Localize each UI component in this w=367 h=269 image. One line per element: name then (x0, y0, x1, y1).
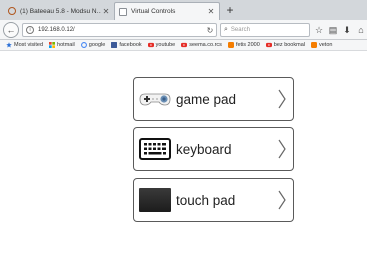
blogger-icon (310, 42, 317, 48)
toolbar-icons: ☆ ▤ ⬇ ⌂ (314, 23, 366, 37)
search-input[interactable]: ⌕ Search (220, 23, 310, 37)
tab-favicon-icon (8, 7, 16, 15)
tab-title: Virtual Controls (131, 8, 176, 15)
bookmark-bez[interactable]: bez bookmal (265, 42, 305, 48)
close-icon[interactable]: ✕ (101, 7, 111, 16)
windows-icon (49, 42, 56, 48)
bookmark-google[interactable]: google (80, 42, 106, 48)
bookmark-hotmail[interactable]: hotmail (49, 42, 75, 48)
bookmark-youtube[interactable]: youtube (147, 42, 176, 48)
address-bar[interactable]: i 192.168.0.12/ ↻ (22, 23, 217, 37)
chevron-right-icon (278, 89, 286, 109)
youtube-icon (147, 42, 154, 48)
gamepad-icon (139, 87, 171, 111)
keyboard-label: keyboard (176, 141, 232, 157)
google-icon (80, 42, 87, 48)
bookmark-star-icon[interactable]: ☆ (314, 23, 324, 37)
navigation-bar: ← i 192.168.0.12/ ↻ ⌕ Search ☆ ▤ ⬇ ⌂ (0, 20, 367, 40)
reading-list-icon[interactable]: ▤ (328, 23, 338, 37)
bookmark-veton[interactable]: veton (310, 42, 333, 48)
home-icon[interactable]: ⌂ (356, 23, 366, 37)
keyboard-button[interactable]: keyboard (133, 127, 294, 171)
bookmark-label: hotmail (57, 42, 75, 48)
touchpad-label: touch pad (176, 192, 236, 208)
bookmark-label: google (88, 42, 106, 48)
close-icon[interactable]: ✕ (206, 7, 216, 16)
download-icon[interactable]: ⬇ (342, 23, 352, 37)
tab-title: (1) Bateeau 5.8 - Modsu N... (20, 7, 101, 15)
facebook-icon (111, 42, 118, 48)
tab-bateeau[interactable]: (1) Bateeau 5.8 - Modsu N... ✕ (4, 2, 114, 20)
chevron-right-icon (278, 190, 286, 210)
chevron-right-icon (278, 139, 286, 159)
bookmarks-bar: Most visited hotmail google facebook you… (0, 40, 367, 51)
touchpad-icon (139, 188, 171, 212)
bookmark-facebook[interactable]: facebook (111, 42, 142, 48)
url-text[interactable]: 192.168.0.12/ (38, 27, 204, 33)
touchpad-button[interactable]: touch pad (133, 178, 294, 222)
bookmark-fetis[interactable]: fetis 2000 (227, 42, 260, 48)
search-icon: ⌕ (224, 26, 228, 33)
gamepad-label: game pad (176, 91, 237, 107)
bookmark-seema[interactable]: seema.co.rcs (181, 42, 222, 48)
bookmark-most-visited[interactable]: Most visited (6, 42, 43, 48)
arrow-left-icon: ← (6, 25, 16, 35)
bookmark-label: bez bookmal (273, 42, 305, 48)
search-placeholder: Search (230, 27, 250, 33)
bookmark-label: facebook (119, 42, 142, 48)
tab-strip: (1) Bateeau 5.8 - Modsu N... ✕ Virtual C… (0, 0, 367, 20)
keyboard-icon (139, 137, 171, 161)
reload-icon[interactable]: ↻ (204, 26, 216, 35)
tab-virtual-controls[interactable]: Virtual Controls ✕ (114, 2, 220, 20)
new-tab-button[interactable]: + (223, 3, 237, 17)
star-icon (6, 42, 12, 48)
page-icon (119, 7, 127, 16)
blogger-icon (227, 42, 234, 48)
youtube-icon (265, 42, 272, 48)
info-icon[interactable]: i (26, 26, 34, 34)
bookmark-label: youtube (155, 42, 176, 48)
bookmark-label: fetis 2000 (235, 42, 260, 48)
bookmark-label: seema.co.rcs (189, 42, 222, 48)
gamepad-button[interactable]: game pad (133, 77, 294, 121)
back-button[interactable]: ← (3, 22, 19, 38)
bookmark-label: veton (318, 42, 333, 48)
youtube-icon (181, 42, 188, 48)
bookmark-label: Most visited (14, 42, 44, 48)
